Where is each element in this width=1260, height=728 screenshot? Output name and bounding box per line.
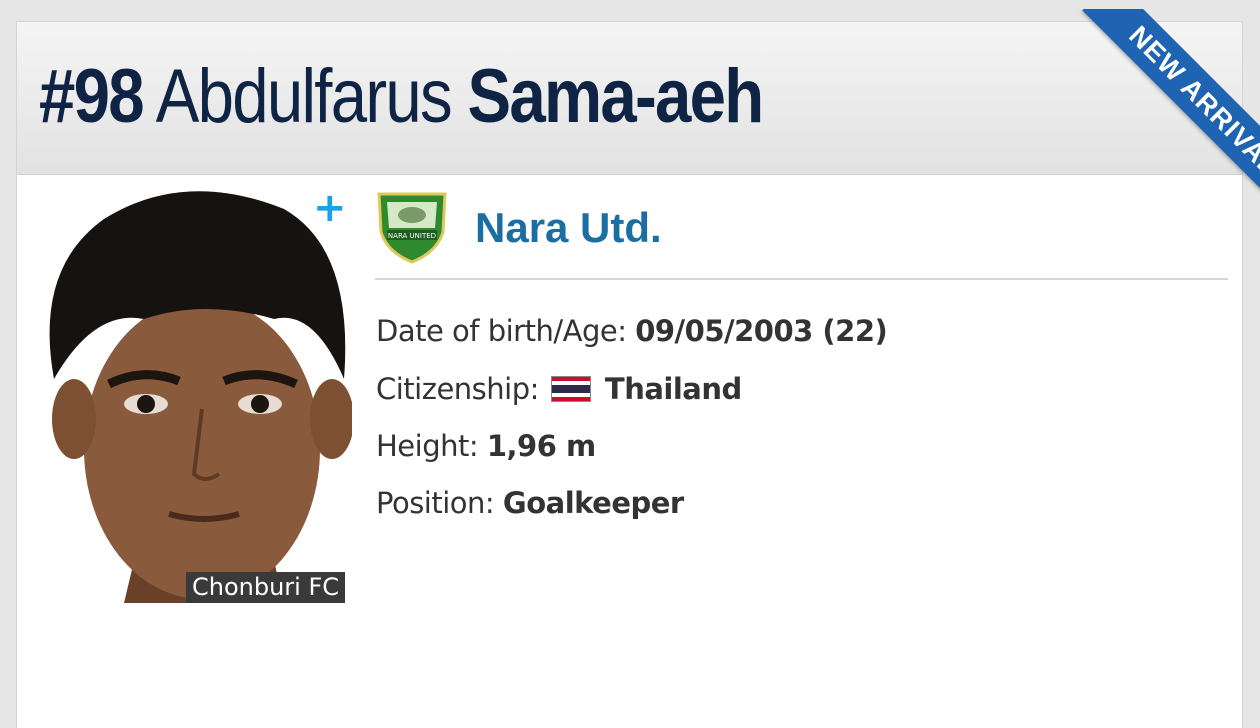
height-value: 1,96 m bbox=[486, 429, 596, 463]
shirt-number: #98 bbox=[39, 54, 145, 139]
plus-icon[interactable]: + bbox=[313, 188, 347, 228]
position-value: Goalkeeper bbox=[502, 486, 684, 520]
ribbon-label: NEW ARRIVAL bbox=[1123, 20, 1260, 182]
new-arrival-ribbon: NEW ARRIVAL bbox=[1020, 9, 1260, 249]
player-card: #98 Abdulfarus Sama-aeh NEW ARRIVAL Chon… bbox=[16, 9, 1260, 728]
position-label: Position: bbox=[376, 486, 495, 520]
dob-label: Date of birth/Age: bbox=[376, 314, 627, 348]
player-photo[interactable] bbox=[34, 189, 352, 603]
citizenship-row: Citizenship: Thailand bbox=[376, 369, 742, 409]
dob-row: Date of birth/Age: 09/05/2003 (22) bbox=[376, 311, 888, 351]
photo-caption: Chonburi FC bbox=[186, 572, 346, 603]
citizenship-value: Thailand bbox=[604, 372, 742, 406]
svg-text:NARA UNITED: NARA UNITED bbox=[388, 232, 436, 240]
club-crest-icon[interactable]: NARA UNITED bbox=[373, 188, 451, 264]
height-label: Height: bbox=[376, 429, 479, 463]
dob-value: 09/05/2003 (22) bbox=[635, 314, 888, 348]
last-name: Sama-aeh bbox=[467, 54, 764, 139]
height-row: Height: 1,96 m bbox=[376, 426, 596, 466]
thailand-flag-icon bbox=[550, 376, 591, 402]
first-name: Abdulfarus bbox=[155, 54, 453, 139]
player-title: #98 Abdulfarus Sama-aeh bbox=[39, 52, 764, 142]
divider bbox=[375, 278, 1228, 280]
position-row: Position: Goalkeeper bbox=[376, 483, 684, 523]
citizenship-label: Citizenship: bbox=[376, 372, 539, 406]
club-name-link[interactable]: Nara Utd. bbox=[475, 200, 662, 256]
